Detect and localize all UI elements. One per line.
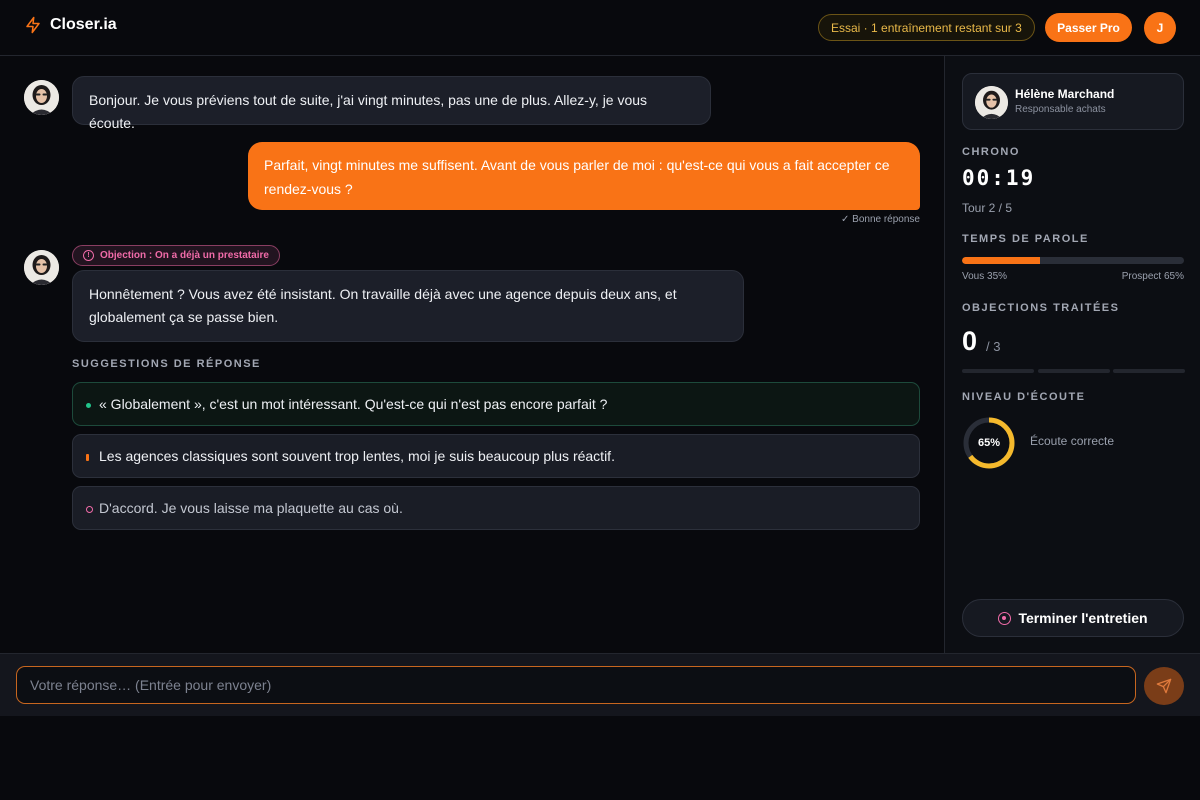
prospect-name: Hélène Marchand (1015, 87, 1115, 101)
listening-description: Écoute correcte (1030, 434, 1115, 448)
bad-circle-icon (86, 506, 93, 513)
suggestion-text: Les agences classiques sont souvent trop… (99, 448, 615, 464)
send-icon (1156, 678, 1172, 694)
talk-time-label: TEMPS DE PAROLE (962, 233, 1089, 245)
prospect-card: Hélène Marchand Responsable achats (962, 73, 1184, 130)
suggestions-title: SUGGESTIONS DE RÉPONSE (72, 358, 261, 370)
objection-progress-segment (1038, 369, 1110, 373)
objection-progress-segment (962, 369, 1034, 373)
app-logo[interactable]: Closer.ia (24, 16, 117, 34)
prospect-avatar (24, 80, 59, 115)
end-interview-label: Terminer l'entretien (1018, 610, 1148, 626)
listening-label: NIVEAU D'ÉCOUTE (962, 391, 1086, 403)
reply-input[interactable] (16, 666, 1136, 704)
listening-value: 65% (977, 437, 1001, 449)
lightning-icon (26, 16, 40, 34)
objection-progress-segment (1113, 369, 1185, 373)
suggestion-text: « Globalement », c'est un mot intéressan… (99, 396, 608, 412)
prospect-portrait-icon (24, 80, 59, 115)
prospect-avatar (24, 250, 59, 285)
suggestion-bad[interactable]: D'accord. Je vous laisse ma plaquette au… (72, 486, 920, 530)
chrono-timer: 00:19 (962, 166, 1036, 190)
talk-prospect-label: Prospect 65% (1121, 271, 1184, 282)
talk-you-label: Vous 35% (962, 271, 1008, 282)
objections-total: / 3 (986, 339, 1001, 354)
upgrade-pro-button[interactable]: Passer Pro (1045, 13, 1132, 42)
trial-badge: Essai · 1 entraînement restant sur 3 (818, 14, 1035, 41)
prospect-role: Responsable achats (1015, 104, 1106, 115)
prospect-portrait-icon (24, 250, 59, 285)
chat-area: Bonjour. Je vous préviens tout de suite,… (0, 56, 944, 653)
end-interview-button[interactable]: Terminer l'entretien (962, 599, 1184, 637)
objections-label: OBJECTIONS TRAITÉES (962, 302, 1120, 314)
stop-icon (998, 611, 1012, 625)
answer-feedback: ✓ Bonne réponse (841, 214, 920, 225)
composer (0, 653, 1200, 716)
suggestion-average[interactable]: Les agences classiques sont souvent trop… (72, 434, 920, 478)
alert-icon: ! (83, 250, 94, 261)
user-avatar[interactable]: J (1144, 12, 1176, 44)
session-sidebar: Hélène Marchand Responsable achats CHRON… (944, 56, 1200, 653)
prospect-avatar (975, 86, 1008, 119)
talk-time-fill (962, 257, 1040, 264)
user-message: Parfait, vingt minutes me suffisent. Ava… (248, 142, 920, 210)
objection-tag: ! Objection : On a déjà un prestataire (72, 245, 280, 266)
prospect-portrait-icon (975, 86, 1008, 119)
chrono-label: CHRONO (962, 146, 1020, 158)
good-dot-icon (86, 403, 91, 408)
suggestion-text: D'accord. Je vous laisse ma plaquette au… (99, 500, 403, 516)
app-name: Closer.ia (50, 16, 117, 33)
round-counter: Tour 2 / 5 (962, 201, 1013, 215)
objections-count: 0 (962, 326, 978, 356)
prospect-message: Honnêtement ? Vous avez été insistant. O… (72, 270, 744, 342)
average-dot-icon (86, 454, 89, 461)
objection-tag-label: Objection : On a déjà un prestataire (100, 250, 269, 261)
send-button[interactable] (1144, 667, 1184, 705)
suggestion-good[interactable]: « Globalement », c'est un mot intéressan… (72, 382, 920, 426)
top-bar: Closer.ia Essai · 1 entraînement restant… (0, 0, 1200, 56)
prospect-message: Bonjour. Je vous préviens tout de suite,… (72, 76, 711, 131)
talk-time-bar (962, 257, 1184, 264)
